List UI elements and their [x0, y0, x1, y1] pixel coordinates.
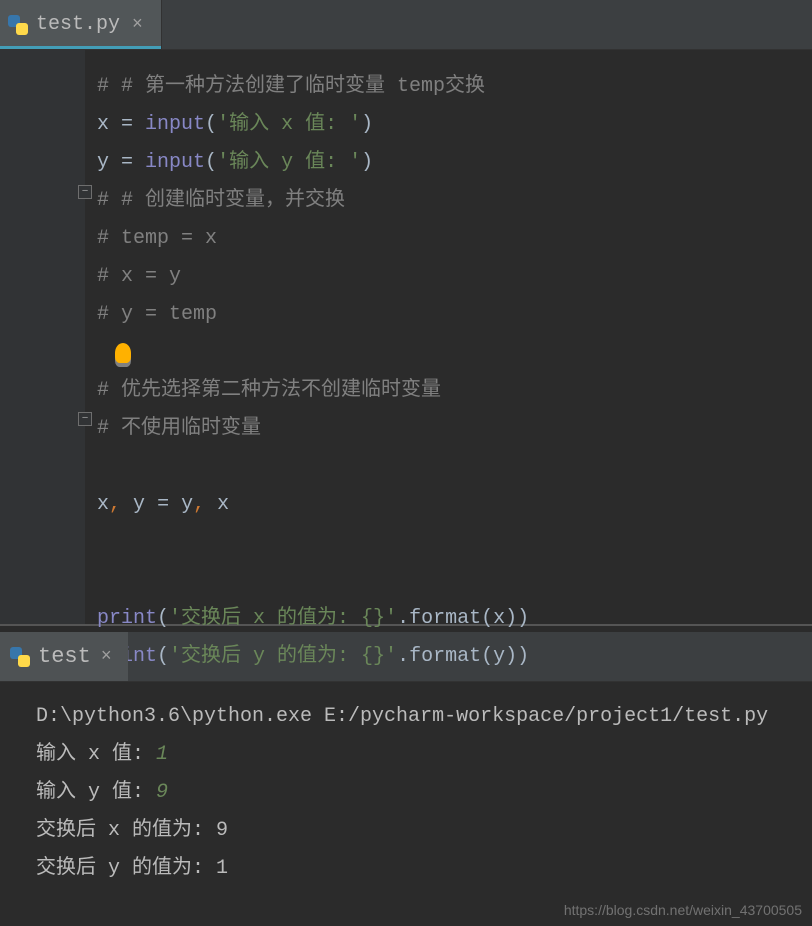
- code-line[interactable]: x = input('输入 x 值: '): [97, 106, 812, 144]
- code-line[interactable]: y = input('输入 y 值: '): [97, 144, 812, 182]
- code-line[interactable]: [97, 524, 812, 562]
- console-line: 输入 y 值: 9: [36, 774, 812, 812]
- code-area[interactable]: # # 第一种方法创建了临时变量 temp交换x = input('输入 x 值…: [85, 50, 812, 624]
- console-line: 交换后 x 的值为: 9: [36, 812, 812, 850]
- console-output[interactable]: D:\python3.6\python.exe E:/pycharm-works…: [0, 682, 812, 888]
- close-icon[interactable]: ×: [101, 647, 112, 667]
- run-tab-label: test: [38, 644, 91, 669]
- editor-tab[interactable]: test.py ×: [0, 0, 162, 49]
- code-line[interactable]: [97, 334, 812, 372]
- python-run-icon: [10, 647, 30, 667]
- editor-tab-label: test.py: [36, 13, 120, 36]
- editor-pane: # # 第一种方法创建了临时变量 temp交换x = input('输入 x 值…: [0, 50, 812, 624]
- code-line[interactable]: # 优先选择第二种方法不创建临时变量: [97, 372, 812, 410]
- python-file-icon: [8, 15, 28, 35]
- run-tab[interactable]: test ×: [0, 632, 128, 681]
- code-line[interactable]: x, y = y, x: [97, 486, 812, 524]
- code-line[interactable]: # x = y: [97, 258, 812, 296]
- console-line: 交换后 y 的值为: 1: [36, 850, 812, 888]
- code-line[interactable]: # # 创建临时变量，并交换: [97, 182, 812, 220]
- code-line[interactable]: print('交换后 x 的值为: {}'.format(x)): [97, 600, 812, 638]
- code-line[interactable]: # y = temp: [97, 296, 812, 334]
- code-line[interactable]: [97, 448, 812, 486]
- code-line[interactable]: [97, 562, 812, 600]
- watermark: https://blog.csdn.net/weixin_43700505: [564, 902, 802, 918]
- code-line[interactable]: # 不使用临时变量: [97, 410, 812, 448]
- code-line[interactable]: # # 第一种方法创建了临时变量 temp交换: [97, 68, 812, 106]
- console-line: 输入 x 值: 1: [36, 736, 812, 774]
- gutter: [0, 50, 85, 624]
- fold-icon[interactable]: [78, 412, 92, 426]
- close-icon[interactable]: ×: [132, 15, 143, 35]
- code-line[interactable]: print('交换后 y 的值为: {}'.format(y)): [97, 638, 812, 676]
- fold-icon[interactable]: [78, 185, 92, 199]
- editor-tab-strip: test.py ×: [0, 0, 812, 50]
- intention-bulb-icon[interactable]: [115, 343, 131, 363]
- console-line: D:\python3.6\python.exe E:/pycharm-works…: [36, 698, 812, 736]
- code-line[interactable]: # temp = x: [97, 220, 812, 258]
